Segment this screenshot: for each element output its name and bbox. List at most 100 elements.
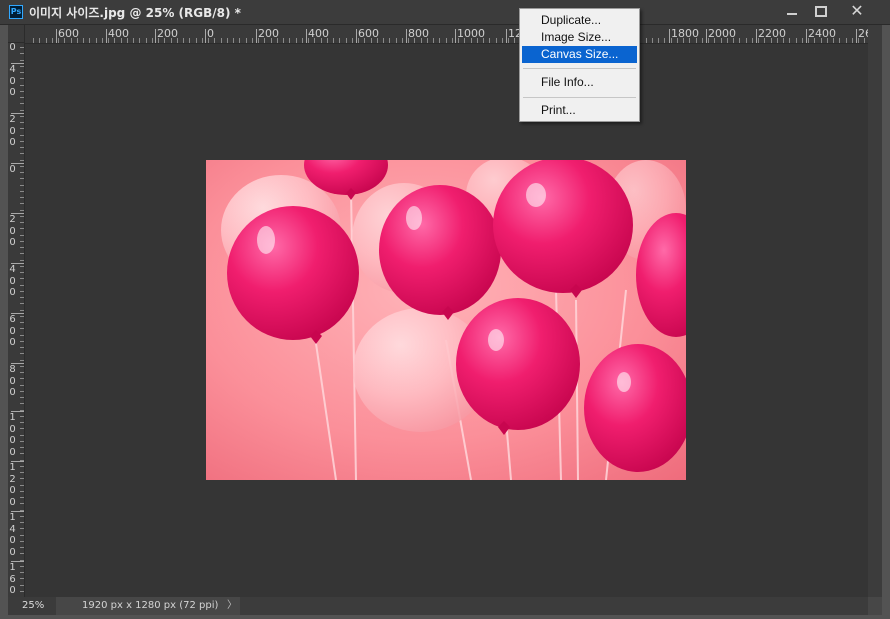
ruler-label: 200 xyxy=(157,27,178,40)
ruler-tick xyxy=(233,38,234,43)
menu-separator xyxy=(523,68,636,69)
menu-separator xyxy=(523,97,636,98)
ruler-tick xyxy=(433,38,434,43)
menu-item-image-size[interactable]: Image Size... xyxy=(522,29,637,46)
ruler-tick xyxy=(646,38,647,43)
ruler-major-tick xyxy=(669,29,670,43)
ruler-label: 2200 xyxy=(758,27,786,40)
ruler-major-tick xyxy=(506,29,507,43)
minimize-button[interactable] xyxy=(780,1,804,21)
ruler-major-tick xyxy=(205,29,206,43)
menu-item-print[interactable]: Print... xyxy=(522,102,637,119)
menu-item-canvas-size[interactable]: Canvas Size... xyxy=(522,46,637,63)
ruler-tick xyxy=(802,38,803,43)
ruler-label: 1 2 0 0 xyxy=(9,462,16,508)
ruler-tick xyxy=(139,38,140,43)
ruler-major-tick xyxy=(256,29,257,43)
ruler-tick xyxy=(146,38,147,43)
ruler-tick xyxy=(446,38,447,43)
minimize-icon xyxy=(787,13,797,15)
ruler-tick xyxy=(752,38,753,43)
ruler-major-tick xyxy=(455,29,456,43)
ruler-major-tick xyxy=(756,29,757,43)
ruler-tick xyxy=(333,38,334,43)
close-button[interactable]: ✕ xyxy=(840,1,874,21)
ruler-tick xyxy=(489,38,490,43)
ruler-label: 2000 xyxy=(708,27,736,40)
ruler-tick xyxy=(52,38,53,43)
ruler-major-tick xyxy=(406,29,407,43)
ruler-tick xyxy=(252,38,253,43)
ruler-tick xyxy=(96,38,97,43)
horizontal-scrollbar[interactable] xyxy=(240,597,868,615)
ruler-tick xyxy=(846,38,847,43)
ruler-label: 26 xyxy=(858,27,868,40)
ruler-label: 1800 xyxy=(671,27,699,40)
ruler-tick xyxy=(246,38,247,43)
ruler-label: 2 0 0 xyxy=(9,114,16,148)
document-tab-context-menu: Duplicate... Image Size... Canvas Size..… xyxy=(519,8,640,122)
ruler-tick xyxy=(339,38,340,43)
menu-item-duplicate[interactable]: Duplicate... xyxy=(522,12,637,29)
ruler-tick xyxy=(789,38,790,43)
ruler-origin-corner[interactable] xyxy=(8,25,25,43)
ruler-label: 8 0 0 xyxy=(9,364,16,398)
close-icon: ✕ xyxy=(850,1,864,20)
ruler-tick xyxy=(202,38,203,43)
ruler-major-tick xyxy=(806,29,807,43)
ruler-tick xyxy=(402,38,403,43)
ruler-label: 1 4 0 0 xyxy=(9,512,16,558)
ruler-tick xyxy=(389,38,390,43)
ruler-tick xyxy=(302,38,303,43)
ruler-tick xyxy=(702,38,703,43)
ruler-tick xyxy=(352,38,353,43)
ruler-tick xyxy=(839,38,840,43)
horizontal-ruler[interactable]: 600 400 200 0 200 400 600 800 1000 12 1800 2000 2200… xyxy=(25,25,868,44)
ruler-major-tick xyxy=(155,29,156,43)
ruler-tick xyxy=(496,38,497,43)
document-window: Ps 이미지 사이즈.jpg @ 25% (RGB/8) * ✕ 600 400 2… xyxy=(0,0,890,619)
ruler-label: 2 0 0 xyxy=(9,214,16,248)
ruler-tick xyxy=(152,38,153,43)
document-image-balloons[interactable] xyxy=(206,160,686,480)
ruler-label: 2400 xyxy=(808,27,836,40)
ruler-label: 4 0 0 xyxy=(9,264,16,298)
vertical-scrollbar[interactable] xyxy=(868,25,882,597)
maximize-button[interactable] xyxy=(808,1,832,21)
ruler-tick xyxy=(33,38,34,43)
title-bar[interactable]: Ps 이미지 사이즈.jpg @ 25% (RGB/8) * ✕ xyxy=(0,0,890,25)
status-menu-arrow-icon[interactable]: 〉 xyxy=(224,597,240,615)
ruler-tick xyxy=(83,38,84,43)
document-title: 이미지 사이즈.jpg @ 25% (RGB/8) * xyxy=(29,6,241,20)
maximize-icon xyxy=(815,6,827,17)
ruler-tick xyxy=(289,38,290,43)
ruler-major-tick xyxy=(706,29,707,43)
zoom-level-field[interactable]: 25% xyxy=(8,597,56,615)
ruler-major-tick xyxy=(56,29,57,43)
window-bottom-edge xyxy=(0,615,890,619)
menu-item-file-info[interactable]: File Info... xyxy=(522,74,637,91)
ruler-tick xyxy=(227,38,228,43)
ruler-major-tick xyxy=(106,29,107,43)
ruler-tick xyxy=(39,38,40,43)
ruler-tick xyxy=(502,38,503,43)
ruler-tick xyxy=(239,38,240,43)
ruler-label: 800 xyxy=(408,27,429,40)
ruler-tick xyxy=(746,38,747,43)
ruler-tick xyxy=(133,38,134,43)
ruler-tick xyxy=(664,38,665,43)
ruler-label: 200 xyxy=(258,27,279,40)
ruler-label: 1 6 0 0 xyxy=(9,562,16,597)
ruler-tick xyxy=(383,38,384,43)
ruler-tick xyxy=(89,38,90,43)
ruler-label: 0 xyxy=(9,43,16,53)
ruler-tick xyxy=(102,38,103,43)
ruler-tick xyxy=(221,38,222,43)
canvas-area[interactable] xyxy=(25,44,868,597)
ruler-major-tick xyxy=(356,29,357,43)
vertical-ruler[interactable]: 0 4 0 0 2 0 0 0 2 0 0 4 0 0 6 0 0 8 0 0 1 0 0 0 1… xyxy=(8,43,25,597)
ruler-tick xyxy=(196,38,197,43)
ruler-tick xyxy=(214,38,215,43)
document-size-info[interactable]: 1920 px x 1280 px (72 ppi) xyxy=(56,597,224,615)
ruler-tick xyxy=(396,38,397,43)
